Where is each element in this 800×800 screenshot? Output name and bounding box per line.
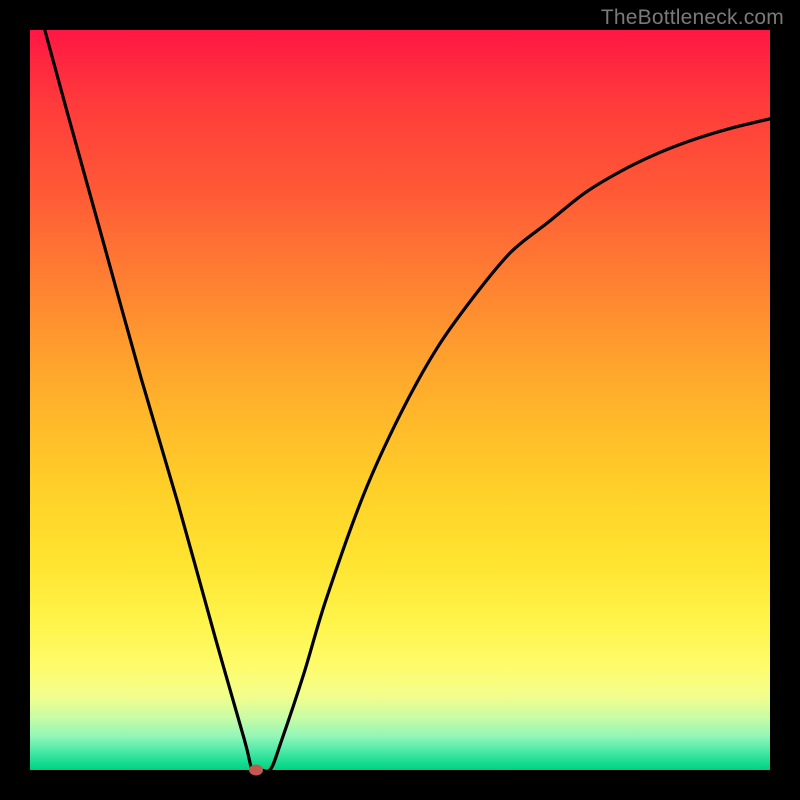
- watermark-text: TheBottleneck.com: [601, 6, 784, 30]
- line-curve: [30, 30, 770, 770]
- optimum-marker: [249, 765, 263, 776]
- plot-area: [30, 30, 770, 770]
- chart-frame: TheBottleneck.com: [0, 0, 800, 800]
